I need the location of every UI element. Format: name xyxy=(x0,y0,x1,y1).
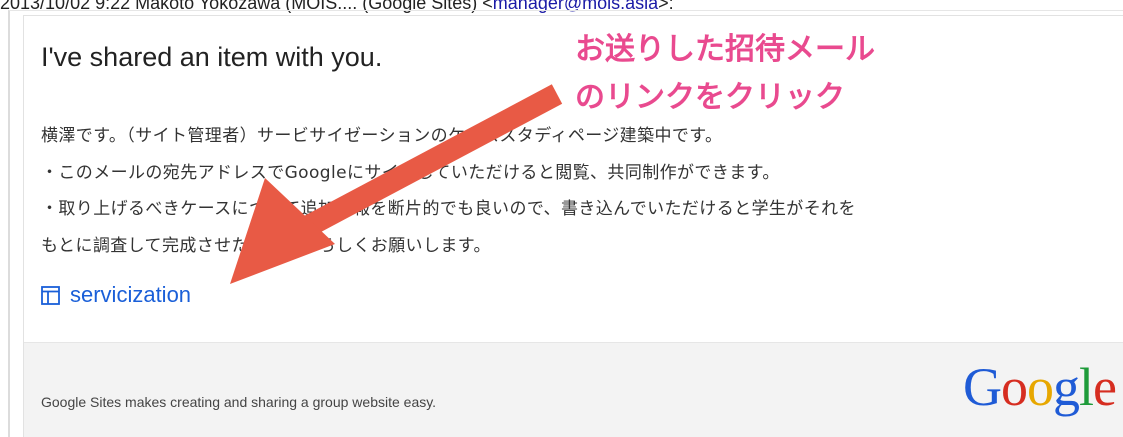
body-line: もとに調査して完成させたいのでよろしくお願いします。 xyxy=(41,235,491,256)
sites-page-icon xyxy=(41,285,60,305)
annotation-callout: お送りした招待メール のリンクをクリック xyxy=(575,26,875,122)
annotation-line: のリンクをクリック xyxy=(575,80,845,115)
shared-item-link-row[interactable]: servicization xyxy=(41,282,191,308)
annotation-line: お送りした招待メール xyxy=(575,32,875,67)
email-view: 2013/10/02 9:22 Makoto Yokozawa (MOIS...… xyxy=(0,0,1123,437)
email-footer: Google Sites makes creating and sharing … xyxy=(24,342,1123,437)
google-logo: Google xyxy=(963,357,1117,417)
shared-item-link[interactable]: servicization xyxy=(70,282,191,308)
body-line: ・取り上げるべきケースについて追加情報を断片的でも良いので、書き込んでいただける… xyxy=(41,199,856,219)
body-line: 横澤です。（サイト管理者）サービサイゼーションのケーススタディページ建築中です。 xyxy=(41,126,723,146)
footer-text: Google Sites makes creating and sharing … xyxy=(41,394,437,410)
email-content: I've shared an item with you. 横澤です。（サイト管… xyxy=(23,15,1123,437)
body-line: ・このメールの宛先アドレスでGoogleにサインしていただけると閲覧、共同制作が… xyxy=(41,162,780,183)
email-card: I've shared an item with you. 横澤です。（サイト管… xyxy=(8,10,1123,437)
email-body: 横澤です。（サイト管理者）サービサイゼーションのケーススタディページ建築中です。… xyxy=(41,118,1123,264)
email-title: I've shared an item with you. xyxy=(41,42,383,72)
